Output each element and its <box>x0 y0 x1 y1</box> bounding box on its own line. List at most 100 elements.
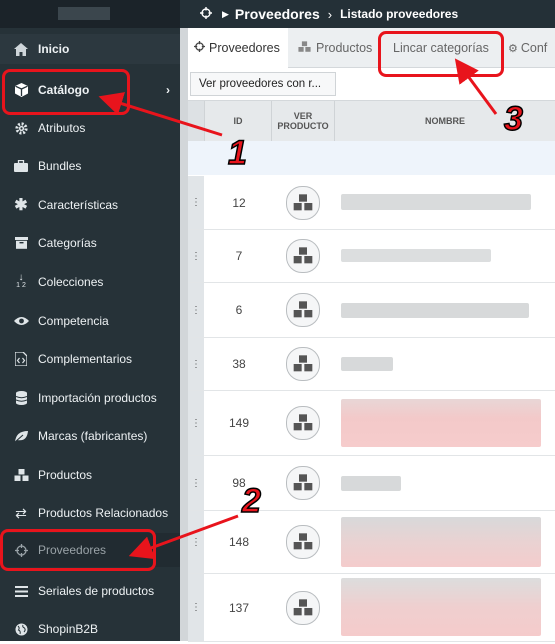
sidebar-item-colecciones[interactable]: ↓ 1 2 Colecciones <box>0 267 180 297</box>
sidebar-item-label: Características <box>38 198 119 212</box>
sidebar-item-label: Marcas (fabricantes) <box>38 429 148 443</box>
drag-handle-icon[interactable]: ⋮ <box>188 176 204 229</box>
redacted-name <box>341 357 393 371</box>
cell-id: 148 <box>228 535 250 549</box>
drag-handle-icon[interactable]: ⋮ <box>188 338 204 390</box>
database-icon <box>13 390 29 406</box>
view-products-button[interactable] <box>286 347 320 381</box>
redacted-name <box>341 194 531 210</box>
code-file-icon <box>13 351 29 367</box>
sidebar-item-caracteristicas[interactable]: ✱ Características <box>0 190 180 220</box>
sidebar-item-label: Colecciones <box>38 275 104 289</box>
sidebar-item-label: Atributos <box>38 121 86 135</box>
table-row[interactable]: ⋮ 7 <box>188 230 555 283</box>
table-row[interactable]: ⋮ 137 <box>188 574 555 642</box>
sidebar-item-competencia[interactable]: Competencia <box>0 306 180 336</box>
tab-label: Proveedores <box>209 41 280 55</box>
cell-id: 149 <box>228 416 250 430</box>
asterisk-icon: ✱ <box>14 197 28 214</box>
column-header-ver-producto[interactable]: VER PRODUCTO <box>272 101 334 141</box>
cogs-icon: ⚙ <box>508 42 518 55</box>
cell-id: 12 <box>232 195 246 210</box>
briefcase-icon <box>13 158 29 174</box>
view-products-button[interactable] <box>286 466 320 500</box>
ver-proveedores-button[interactable]: Ver proveedores con r... <box>190 72 336 96</box>
sidebar-item-marcas[interactable]: Marcas (fabricantes) <box>0 421 180 451</box>
cubes-icon <box>298 40 311 56</box>
cell-id: 6 <box>235 303 243 317</box>
highlight-box-catalogo <box>2 69 130 115</box>
tab-label: Conf <box>520 41 548 55</box>
view-products-button[interactable] <box>286 590 320 625</box>
annotation-number-3: 3 <box>503 99 523 139</box>
archive-icon <box>13 235 29 251</box>
drag-handle-icon[interactable]: ⋮ <box>188 230 204 282</box>
sidebar-item-shopinb2b[interactable]: ShopinB2B <box>0 614 180 644</box>
tab-proveedores[interactable]: Proveedores <box>188 28 288 68</box>
sidebar-item-complementarios[interactable]: Complementarios <box>0 344 180 374</box>
cell-id: 7 <box>235 249 243 263</box>
highlight-box-lincar <box>378 31 504 77</box>
view-products-button[interactable] <box>286 239 320 273</box>
redacted-name <box>341 476 401 491</box>
redacted-name <box>341 517 541 567</box>
sort-numeric-icon: ↓ 1 2 <box>16 272 26 290</box>
drag-handle-icon[interactable]: ⋮ <box>188 511 204 573</box>
leaf-icon <box>13 428 29 444</box>
sidebar-item-label: Seriales de productos <box>38 584 155 598</box>
chevron-right-icon: › <box>327 6 333 22</box>
breadcrumb: ▶ Proveedores › Listado proveedores <box>180 0 555 28</box>
caret-right-icon: ▶ <box>222 8 229 19</box>
eye-icon <box>13 313 29 329</box>
breadcrumb-section[interactable]: Proveedores <box>235 6 320 22</box>
table-row[interactable]: ⋮ 6 <box>188 283 555 338</box>
sidebar-item-label: Categorías <box>38 236 97 250</box>
table-row[interactable]: ⋮ 12 <box>188 176 555 230</box>
view-products-button[interactable] <box>286 525 320 559</box>
crosshairs-icon <box>200 6 212 22</box>
header-text: PRODUCTO <box>277 121 329 131</box>
sidebar-item-productos[interactable]: Productos <box>0 460 180 490</box>
table-row[interactable]: ⋮ 149 <box>188 391 555 456</box>
home-icon <box>13 41 29 57</box>
sidebar-item-seriales[interactable]: Seriales de productos <box>0 576 180 606</box>
globe-icon <box>13 621 29 637</box>
sidebar-item-importacion[interactable]: Importación productos <box>0 383 180 413</box>
sidebar-item-bundles[interactable]: Bundles <box>0 151 180 181</box>
breadcrumb-page: Listado proveedores <box>340 7 459 21</box>
sidebar-item-label: Competencia <box>38 314 109 328</box>
drag-handle-icon[interactable]: ⋮ <box>188 574 204 641</box>
sidebar-item-label: ShopinB2B <box>38 622 99 636</box>
annotation-number-2: 2 <box>241 481 261 521</box>
list-icon <box>13 583 29 599</box>
sidebar-item-label: Importación productos <box>38 391 157 405</box>
sidebar-item-atributos[interactable]: Atributos <box>0 113 180 143</box>
exchange-icon: ⇄ <box>15 504 27 521</box>
sidebar-item-label: Complementarios <box>38 352 133 366</box>
sidebar-item-label: Productos Relacionados <box>38 506 169 520</box>
sidebar-item-categorias[interactable]: Categorías <box>0 228 180 258</box>
view-products-button[interactable] <box>286 293 320 327</box>
sidebar-item-productos-relacionados[interactable]: ⇄ Productos Relacionados <box>0 498 180 528</box>
sidebar-header <box>0 0 180 28</box>
crosshairs-icon <box>194 41 205 55</box>
view-products-button[interactable] <box>286 185 320 220</box>
table-row[interactable]: ⋮ 38 <box>188 338 555 391</box>
tab-productos[interactable]: Productos <box>288 28 378 68</box>
highlight-box-proveedores <box>0 529 156 571</box>
tab-configuracion[interactable]: ⚙ Conf <box>508 28 555 68</box>
cog-icon <box>13 120 29 136</box>
redacted-name <box>341 303 529 318</box>
cell-id: 38 <box>232 357 246 371</box>
drag-handle-icon[interactable]: ⋮ <box>188 456 204 510</box>
sidebar-item-label: Bundles <box>38 159 82 173</box>
drag-handle-icon[interactable]: ⋮ <box>188 391 204 455</box>
tab-label: Productos <box>316 41 373 55</box>
sidebar-item-inicio[interactable]: Inicio <box>0 34 180 64</box>
redacted-name <box>341 249 491 262</box>
view-products-button[interactable] <box>286 406 320 440</box>
drag-handle-icon[interactable]: ⋮ <box>188 283 204 337</box>
header-handle-column <box>188 101 204 141</box>
annotation-number-1: 1 <box>227 133 247 173</box>
header-text: VER <box>293 111 313 121</box>
